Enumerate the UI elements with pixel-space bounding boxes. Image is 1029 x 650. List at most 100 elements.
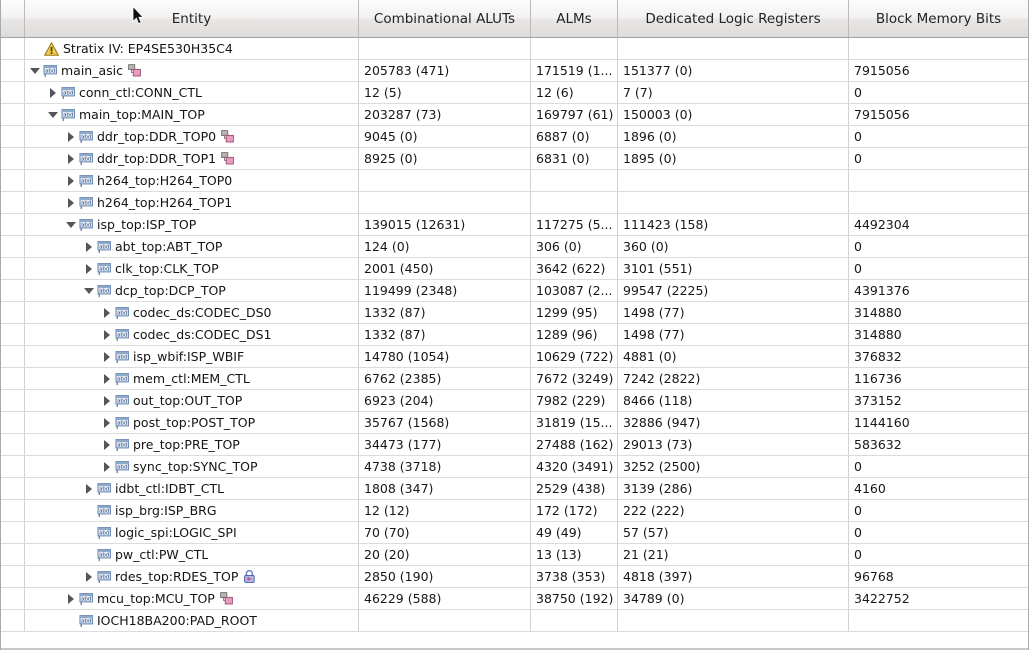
row-gutter-cell[interactable] xyxy=(1,478,25,499)
column-header-mem[interactable]: Block Memory Bits xyxy=(849,0,1028,37)
row-gutter-cell[interactable] xyxy=(1,236,25,257)
table-row[interactable]: abd h264_top:H264_TOP1 xyxy=(1,192,1028,214)
cell-value: 111423 (158) xyxy=(623,217,709,232)
column-header-gutter[interactable] xyxy=(1,0,25,37)
table-row[interactable]: abd ddr_top:DDR_TOP0 9045 (0) 6887 (0) 1896 … xyxy=(1,126,1028,148)
row-gutter-cell[interactable] xyxy=(1,170,25,191)
chevron-down-icon[interactable] xyxy=(47,104,60,125)
chevron-right-icon[interactable] xyxy=(83,236,96,257)
column-header-entity[interactable]: Entity xyxy=(25,0,359,37)
table-row[interactable]: abd mem_ctl:MEM_CTL 6762 (2385) 7672 (3249)… xyxy=(1,368,1028,390)
table-row[interactable]: abd conn_ctl:CONN_CTL 12 (5) 12 (6) 7 (7) 0 xyxy=(1,82,1028,104)
table-row[interactable]: abd sync_top:SYNC_TOP 4738 (3718) 4320 (349… xyxy=(1,456,1028,478)
table-row[interactable]: abd h264_top:H264_TOP0 xyxy=(1,170,1028,192)
row-gutter-cell[interactable] xyxy=(1,346,25,367)
row-gutter-cell[interactable] xyxy=(1,280,25,301)
table-row[interactable]: abd logic_spi:LOGIC_SPI 70 (70) 49 (49) 57 (… xyxy=(1,522,1028,544)
entity-label: h264_top:H264_TOP0 xyxy=(97,173,233,188)
row-gutter-cell[interactable] xyxy=(1,434,25,455)
table-row[interactable]: abd rdes_top:RDES_TOP 2850 (190) 3738 (353)… xyxy=(1,566,1028,588)
chevron-right-icon[interactable] xyxy=(101,346,114,367)
table-row[interactable]: abd IOCH18BA200:PAD_ROOT xyxy=(1,610,1028,632)
row-gutter-cell[interactable] xyxy=(1,324,25,345)
table-row[interactable]: abd isp_wbif:ISP_WBIF 14780 (1054) 10629 (7… xyxy=(1,346,1028,368)
row-gutter-cell[interactable] xyxy=(1,456,25,477)
chevron-right-icon[interactable] xyxy=(65,126,78,147)
chevron-right-icon[interactable] xyxy=(65,148,78,169)
table-row[interactable]: abd post_top:POST_TOP 35767 (1568) 31819 (1… xyxy=(1,412,1028,434)
table-row[interactable]: abd main_asic 205783 (471) 171519 (1... 1513… xyxy=(1,60,1028,82)
row-gutter-cell[interactable] xyxy=(1,412,25,433)
cell-value: 20 (20) xyxy=(364,547,410,562)
chevron-down-icon[interactable] xyxy=(83,280,96,301)
chevron-right-icon[interactable] xyxy=(101,302,114,323)
chevron-right-icon[interactable] xyxy=(101,456,114,477)
chevron-right-icon[interactable] xyxy=(83,566,96,587)
chevron-down-icon[interactable] xyxy=(29,60,42,81)
table-row[interactable]: abd clk_top:CLK_TOP 2001 (450) 3642 (622) 31… xyxy=(1,258,1028,280)
row-gutter-cell[interactable] xyxy=(1,566,25,587)
cell-alut: 2001 (450) xyxy=(359,258,531,279)
row-gutter-cell[interactable] xyxy=(1,60,25,81)
cell-value: 4320 (3491) xyxy=(536,459,614,474)
cell-value: 3738 (353) xyxy=(536,569,606,584)
table-row[interactable]: abd dcp_top:DCP_TOP 119499 (2348) 103087 (2… xyxy=(1,280,1028,302)
cell-alut: 119499 (2348) xyxy=(359,280,531,301)
cell-mem: 1144160 xyxy=(849,412,1028,433)
chevron-right-icon[interactable] xyxy=(65,588,78,609)
chevron-right-icon[interactable] xyxy=(101,434,114,455)
table-row[interactable]: abd codec_ds:CODEC_DS1 1332 (87) 1289 (96) 1… xyxy=(1,324,1028,346)
chevron-right-icon[interactable] xyxy=(83,258,96,279)
row-gutter-cell[interactable] xyxy=(1,104,25,125)
column-header-alm[interactable]: ALMs xyxy=(531,0,618,37)
table-row[interactable]: abd abt_top:ABT_TOP 124 (0) 306 (0) 360 (0) 0 xyxy=(1,236,1028,258)
row-gutter-cell[interactable] xyxy=(1,126,25,147)
table-row[interactable]: abd mcu_top:MCU_TOP 46229 (588) 38750 (192)… xyxy=(1,588,1028,610)
cell-mem: 314880 xyxy=(849,324,1028,345)
row-gutter-cell[interactable] xyxy=(1,82,25,103)
table-row[interactable]: abd main_top:MAIN_TOP 203287 (73) 169797 (6… xyxy=(1,104,1028,126)
row-gutter-cell[interactable] xyxy=(1,588,25,609)
table-row[interactable]: abd codec_ds:CODEC_DS0 1332 (87) 1299 (95) 1… xyxy=(1,302,1028,324)
cell-mem: 116736 xyxy=(849,368,1028,389)
cell-alm: 103087 (2... xyxy=(531,280,618,301)
table-row[interactable]: abd isp_brg:ISP_BRG 12 (12) 172 (172) 222 (2… xyxy=(1,500,1028,522)
table-row[interactable]: abd idbt_ctl:IDBT_CTL 1808 (347) 2529 (438)… xyxy=(1,478,1028,500)
chevron-right-icon[interactable] xyxy=(47,82,60,103)
chevron-down-icon[interactable] xyxy=(65,214,78,235)
row-gutter-cell[interactable] xyxy=(1,38,25,59)
row-gutter-cell[interactable] xyxy=(1,390,25,411)
table-row[interactable]: abd pw_ctl:PW_CTL 20 (20) 13 (13) 21 (21) 0 xyxy=(1,544,1028,566)
table-row[interactable]: abd ddr_top:DDR_TOP1 8925 (0) 6831 (0) 1895 … xyxy=(1,148,1028,170)
chevron-right-icon[interactable] xyxy=(65,170,78,191)
table-row[interactable]: abd out_top:OUT_TOP 6923 (204) 7982 (229) 84… xyxy=(1,390,1028,412)
row-gutter-cell[interactable] xyxy=(1,148,25,169)
column-header-reg[interactable]: Dedicated Logic Registers xyxy=(618,0,849,37)
row-gutter-cell[interactable] xyxy=(1,610,25,631)
cell-reg: 151377 (0) xyxy=(618,60,849,81)
row-gutter-cell[interactable] xyxy=(1,544,25,565)
chevron-right-icon[interactable] xyxy=(101,324,114,345)
table-row[interactable]: abd pre_top:PRE_TOP 34473 (177) 27488 (162)… xyxy=(1,434,1028,456)
cell-mem: 7915056 xyxy=(849,104,1028,125)
row-gutter-cell[interactable] xyxy=(1,302,25,323)
cell-value: 1808 (347) xyxy=(364,481,434,496)
chevron-right-icon[interactable] xyxy=(101,368,114,389)
chevron-right-icon[interactable] xyxy=(83,478,96,499)
row-gutter-cell[interactable] xyxy=(1,214,25,235)
row-gutter-cell[interactable] xyxy=(1,192,25,213)
entity-icon-wrap: abd xyxy=(79,218,94,231)
design-hierarchy-table[interactable]: Entity Combinational ALUTs ALMs Dedicated L… xyxy=(0,0,1029,650)
table-row[interactable]: abd isp_top:ISP_TOP 139015 (12631) 117275 (… xyxy=(1,214,1028,236)
chevron-right-icon[interactable] xyxy=(101,412,114,433)
chevron-right-icon[interactable] xyxy=(65,192,78,213)
column-header-alut[interactable]: Combinational ALUTs xyxy=(359,0,531,37)
chevron-right-icon[interactable] xyxy=(101,390,114,411)
table-body[interactable]: Stratix IV: EP4SE530H35C4 abd main_asic 205… xyxy=(1,38,1028,632)
row-gutter-cell[interactable] xyxy=(1,258,25,279)
row-gutter-cell[interactable] xyxy=(1,368,25,389)
cell-mem xyxy=(849,610,1028,631)
table-row[interactable]: Stratix IV: EP4SE530H35C4 xyxy=(1,38,1028,60)
row-gutter-cell[interactable] xyxy=(1,522,25,543)
row-gutter-cell[interactable] xyxy=(1,500,25,521)
